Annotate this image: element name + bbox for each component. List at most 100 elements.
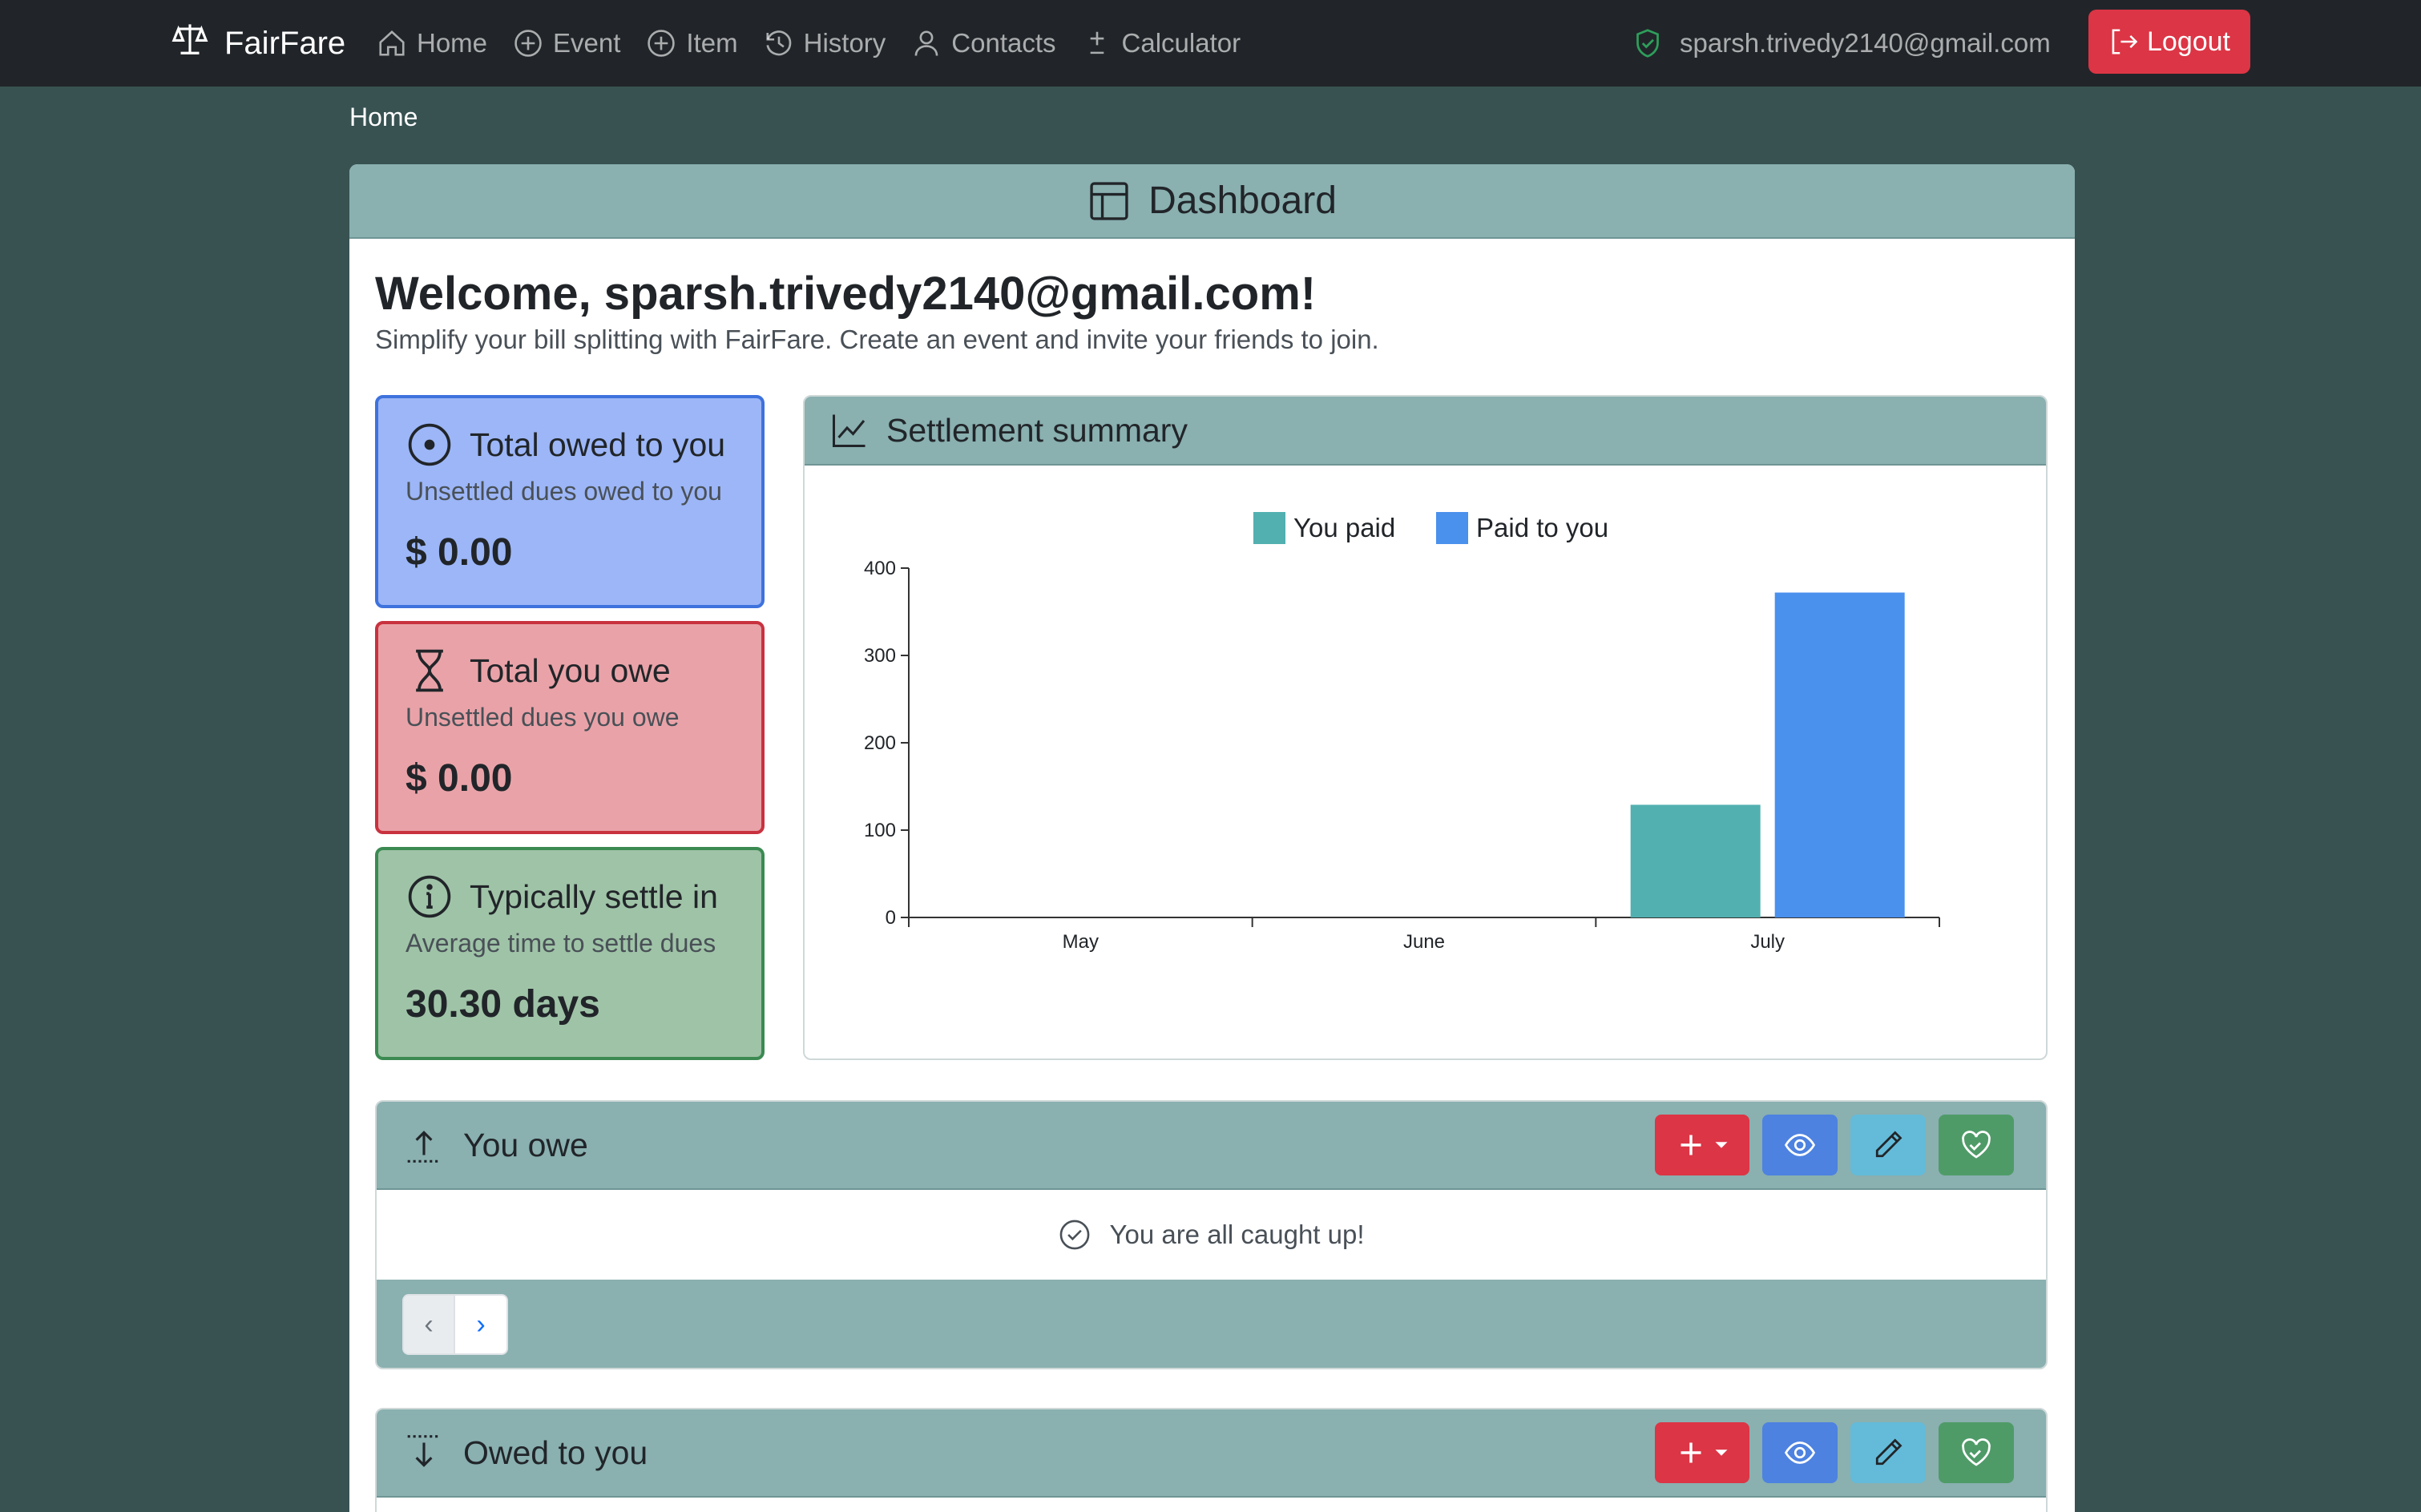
nav-event[interactable]: Event [513,28,620,58]
nav-links: Home Event Item History Contacts Calcula… [377,21,1241,66]
legend-swatch [1436,512,1468,544]
empty-message: You are all caught up! [1109,1220,1365,1249]
heart-handshake-icon [1962,1438,1991,1466]
you-owe-body: You are all caught up! [377,1190,2046,1280]
plus-circle-icon [514,30,542,57]
logout-button[interactable]: Logout [2088,10,2250,74]
nav-home-label: Home [417,28,488,58]
settlement-bar-chart: You paid Paid to you 0 100 200 300 400 May June J… [864,512,1940,953]
plus-circle-icon [648,30,676,57]
logout-label: Logout [2147,26,2230,57]
y-tick-label: 300 [864,645,896,667]
top-navbar: FairFare Home Event Item History Contact… [0,0,2421,87]
home-icon [379,30,405,56]
info-circle-icon [408,875,451,918]
y-tick-label: 0 [886,907,896,929]
arrow-up-dotted-icon [407,1131,441,1163]
plus-icon [1681,1442,1701,1463]
add-dropdown-button[interactable] [1655,1115,1749,1175]
x-tick-label: June [1403,931,1445,953]
bar [1630,804,1761,917]
nav-history-label: History [803,28,886,58]
legend-swatch [1253,512,1285,544]
edit-button[interactable] [1850,1422,1926,1483]
stat-card-settle-time: Typically settle in Average time to sett… [375,847,765,1060]
box-arrow-right-icon [2112,29,2138,54]
brand-name: FairFare [224,25,346,61]
pager-prev-button[interactable]: ‹ [404,1296,455,1353]
pencil-icon [1875,1438,1903,1466]
legend-label: You paid [1293,513,1395,542]
nav-home[interactable]: Home [377,28,487,58]
hourglass-icon [416,649,443,692]
owed-to-you-section: Owed to you [375,1408,2048,1512]
y-tick-label: 100 [864,820,896,841]
nav-event-label: Event [553,28,621,58]
stat-title-row: Typically settle in [406,873,734,921]
view-button[interactable] [1762,1115,1838,1175]
nav-item[interactable]: Item [646,28,738,58]
stat-value: $ 0.00 [406,757,513,800]
stat-subtitle: Unsettled dues you owe [406,703,680,732]
stat-card-you-owe: Total you owe Unsettled dues you owe $ 0… [375,621,765,834]
you-owe-actions [1655,1115,2014,1175]
layout-icon [1090,181,1128,220]
settle-button[interactable] [1939,1115,2014,1175]
user-account: sparsh.trivedy2140@gmail.com [1632,21,2051,66]
record-circle-icon [408,423,451,466]
nav-history[interactable]: History [764,28,886,58]
edit-button[interactable] [1850,1115,1926,1175]
shield-check-icon [1636,29,1659,58]
stat-title: Typically settle in [470,877,718,915]
nav-calculator-label: Calculator [1121,28,1241,58]
dashboard-card: Dashboard Welcome, sparsh.trivedy2140@gm… [349,164,2075,1512]
add-dropdown-button[interactable] [1655,1422,1749,1483]
stat-subtitle: Unsettled dues owed to you [406,477,722,506]
welcome-heading: Welcome, sparsh.trivedy2140@gmail.com! [375,268,1317,320]
owed-to-you-actions [1655,1422,2014,1483]
nav-contacts[interactable]: Contacts [911,28,1056,58]
pagination: ‹ › [402,1294,508,1355]
heart-handshake-icon [1962,1131,1991,1159]
x-tick-label: May [1063,931,1099,953]
pencil-icon [1875,1131,1903,1158]
legend-label: Paid to you [1476,513,1608,542]
owed-to-you-body [377,1498,2046,1512]
you-owe-title: You owe [463,1126,588,1163]
welcome-subtitle: Simplify your bill splitting with FairFa… [375,325,1379,354]
stat-title: Total owed to you [470,425,726,463]
pager-next-button[interactable]: › [455,1296,506,1353]
nav-calculator[interactable]: Calculator [1082,28,1241,58]
settlement-summary-header: Settlement summary [805,397,2046,466]
owed-to-you-header: Owed to you [377,1409,2046,1498]
you-owe-header: You owe [377,1102,2046,1190]
stat-title-row: Total you owe [406,647,734,695]
stat-title-row: Total owed to you [406,421,734,469]
eye-icon [1784,1441,1816,1464]
plus-icon [1681,1135,1701,1155]
settlement-summary-title: Settlement summary [886,411,1188,449]
settle-button[interactable] [1939,1422,2014,1483]
caret-down-icon [1715,1142,1728,1148]
y-tick-label: 200 [864,732,896,754]
plus-minus-icon [1090,31,1104,54]
dashboard-title: Dashboard [1148,179,1337,222]
history-icon [766,30,791,56]
arrow-down-dotted-icon [407,1435,441,1467]
nav-item-label: Item [686,28,738,58]
owed-to-you-title: Owed to you [463,1433,648,1471]
dashboard-header: Dashboard [349,164,2075,239]
graph-up-icon [833,414,866,447]
breadcrumb[interactable]: Home [349,103,418,132]
brand-link[interactable]: FairFare [171,21,345,66]
eye-icon [1784,1134,1816,1156]
view-button[interactable] [1762,1422,1838,1483]
you-owe-footer: ‹ › [377,1280,2046,1368]
user-email-text: sparsh.trivedy2140@gmail.com [1680,28,2051,58]
stat-value: $ 0.00 [406,531,513,574]
nav-contacts-label: Contacts [951,28,1056,58]
person-icon [914,30,938,56]
stat-value: 30.30 days [406,983,600,1026]
scales-icon [171,21,208,66]
y-tick-label: 400 [864,558,896,579]
